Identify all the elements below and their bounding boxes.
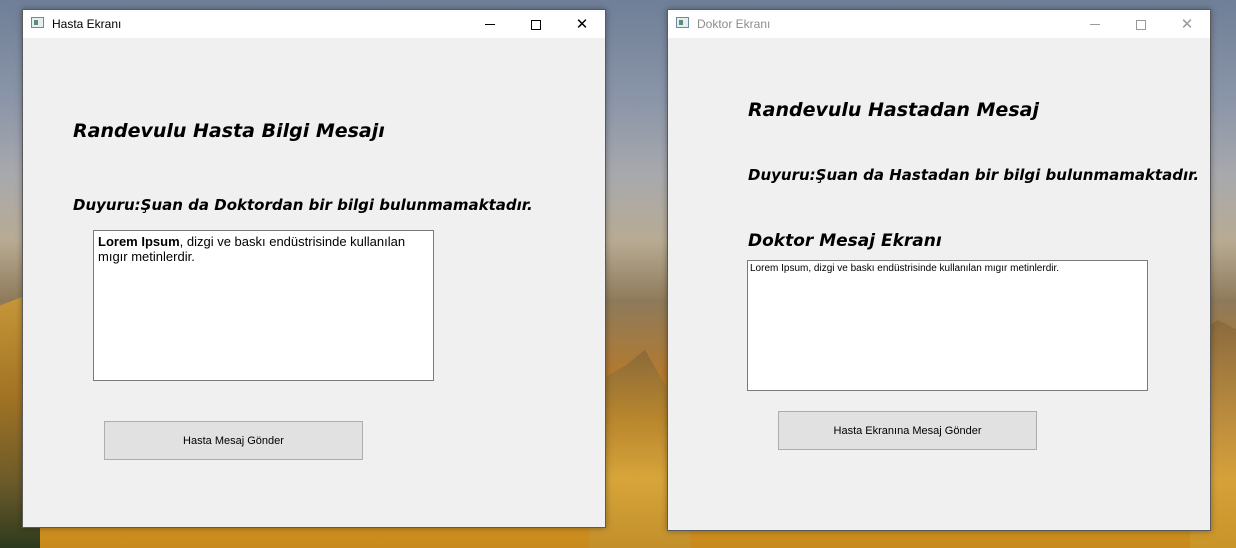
close-button[interactable]: ✕	[559, 10, 605, 38]
hasta-window-title: Hasta Ekranı	[52, 17, 122, 31]
minimize-button[interactable]	[467, 10, 513, 38]
doktor-announcement: Duyuru:Şuan da Hastadan bir bilgi bulunm…	[748, 166, 1200, 184]
minimize-icon	[485, 24, 495, 25]
maximize-icon	[1136, 19, 1146, 30]
close-button[interactable]: ✕	[1164, 10, 1210, 38]
maximize-icon	[531, 19, 541, 30]
hasta-titlebar[interactable]: Hasta Ekranı ✕	[23, 10, 605, 38]
doktor-message-box[interactable]: Lorem Ipsum, dizgi ve baskı endüstrisind…	[747, 260, 1148, 391]
doktor-window: Doktor Ekranı ✕ Randevulu Hastadan Mesaj…	[667, 9, 1211, 531]
doktor-message-label: Doktor Mesaj Ekranı	[748, 231, 942, 251]
hasta-announcement: Duyuru:Şuan da Doktordan bir bilgi bulun…	[73, 196, 533, 214]
app-icon	[676, 17, 689, 28]
hasta-message-box[interactable]: Lorem Ipsum, dizgi ve baskı endüstrisind…	[93, 230, 434, 381]
maximize-button[interactable]	[1118, 10, 1164, 38]
hasta-window: Hasta Ekranı ✕ Randevulu Hasta Bilgi Mes…	[22, 9, 606, 528]
hasta-send-button[interactable]: Hasta Mesaj Gönder	[104, 421, 363, 460]
close-icon: ✕	[575, 15, 589, 33]
minimize-icon	[1090, 24, 1100, 25]
message-bold-text: Lorem Ipsum	[98, 234, 180, 249]
doktor-titlebar[interactable]: Doktor Ekranı ✕	[668, 10, 1210, 38]
minimize-button[interactable]	[1072, 10, 1118, 38]
doktor-heading: Randevulu Hastadan Mesaj	[748, 99, 1039, 121]
doktor-send-button[interactable]: Hasta Ekranına Mesaj Gönder	[778, 411, 1037, 450]
app-icon	[31, 17, 44, 28]
maximize-button[interactable]	[513, 10, 559, 38]
hasta-heading: Randevulu Hasta Bilgi Mesajı	[73, 120, 385, 142]
doktor-window-title: Doktor Ekranı	[697, 17, 771, 31]
close-icon: ✕	[1180, 15, 1194, 33]
